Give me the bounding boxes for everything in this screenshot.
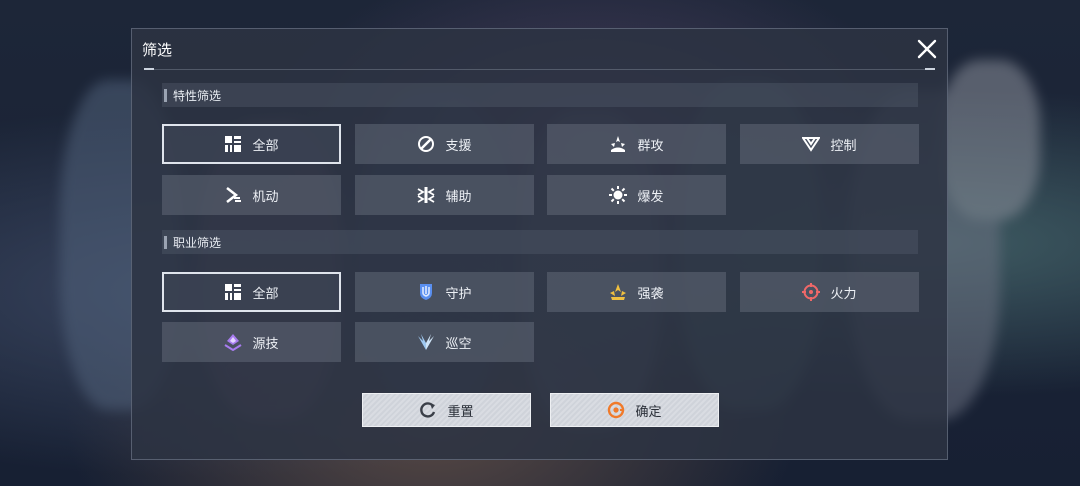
option-label: 火力 bbox=[830, 286, 857, 302]
burst-icon bbox=[609, 186, 628, 204]
mobility-icon bbox=[224, 186, 242, 204]
filter-dialog: 筛选 特性筛选 全部 支援 群攻 控制 机动 辅助 爆发 职业筛选 全部 守护 … bbox=[131, 28, 948, 460]
confirm-label: 确定 bbox=[635, 404, 662, 420]
trait-section-header: 特性筛选 bbox=[162, 83, 918, 107]
confirm-button[interactable]: 确定 bbox=[550, 393, 719, 427]
trait-option-burst[interactable]: 爆发 bbox=[547, 175, 726, 215]
class-option-firepower[interactable]: 火力 bbox=[740, 272, 919, 312]
assist-icon bbox=[417, 186, 435, 204]
option-label: 支援 bbox=[445, 138, 472, 154]
trait-option-control[interactable]: 控制 bbox=[740, 124, 919, 164]
trait-option-support[interactable]: 支援 bbox=[355, 124, 534, 164]
source-tech-icon bbox=[224, 333, 243, 351]
grid-icon bbox=[224, 283, 242, 301]
option-label: 控制 bbox=[830, 138, 857, 154]
class-option-source-tech[interactable]: 源技 bbox=[162, 322, 341, 362]
trait-option-aoe[interactable]: 群攻 bbox=[547, 124, 726, 164]
class-section-title: 职业筛选 bbox=[173, 235, 222, 250]
option-label: 辅助 bbox=[445, 189, 472, 205]
class-section-header: 职业筛选 bbox=[162, 230, 918, 254]
option-label: 巡空 bbox=[445, 336, 472, 352]
option-label: 源技 bbox=[252, 336, 279, 352]
sky-patrol-wings-icon bbox=[417, 333, 435, 351]
close-icon bbox=[917, 39, 937, 59]
option-label: 爆发 bbox=[637, 189, 664, 205]
dialog-title: 筛选 bbox=[142, 41, 173, 59]
grid-icon bbox=[224, 135, 242, 153]
assault-crown-icon bbox=[609, 283, 627, 301]
section-marker bbox=[164, 88, 167, 102]
firepower-crosshair-icon bbox=[802, 283, 821, 301]
option-label: 机动 bbox=[252, 189, 279, 205]
class-option-assault[interactable]: 强袭 bbox=[547, 272, 726, 312]
trait-option-all[interactable]: 全部 bbox=[162, 124, 341, 164]
class-option-sky-patrol[interactable]: 巡空 bbox=[355, 322, 534, 362]
trait-option-assist[interactable]: 辅助 bbox=[355, 175, 534, 215]
class-option-guard[interactable]: 守护 bbox=[355, 272, 534, 312]
option-label: 群攻 bbox=[637, 138, 664, 154]
guard-shield-icon bbox=[417, 283, 435, 301]
section-marker bbox=[164, 235, 167, 249]
reset-label: 重置 bbox=[447, 404, 474, 420]
title-divider bbox=[144, 68, 935, 70]
confirm-ring-icon bbox=[607, 401, 625, 419]
option-label: 全部 bbox=[252, 286, 279, 302]
trait-section-title: 特性筛选 bbox=[173, 88, 222, 103]
support-icon bbox=[417, 135, 435, 153]
option-label: 全部 bbox=[252, 138, 279, 154]
aoe-icon bbox=[609, 135, 627, 153]
option-label: 强袭 bbox=[637, 286, 664, 302]
close-button[interactable] bbox=[915, 37, 939, 61]
option-label: 守护 bbox=[445, 286, 472, 302]
reset-button[interactable]: 重置 bbox=[362, 393, 531, 427]
trait-option-mobility[interactable]: 机动 bbox=[162, 175, 341, 215]
class-option-all[interactable]: 全部 bbox=[162, 272, 341, 312]
control-icon bbox=[802, 135, 821, 153]
refresh-icon bbox=[419, 401, 437, 419]
